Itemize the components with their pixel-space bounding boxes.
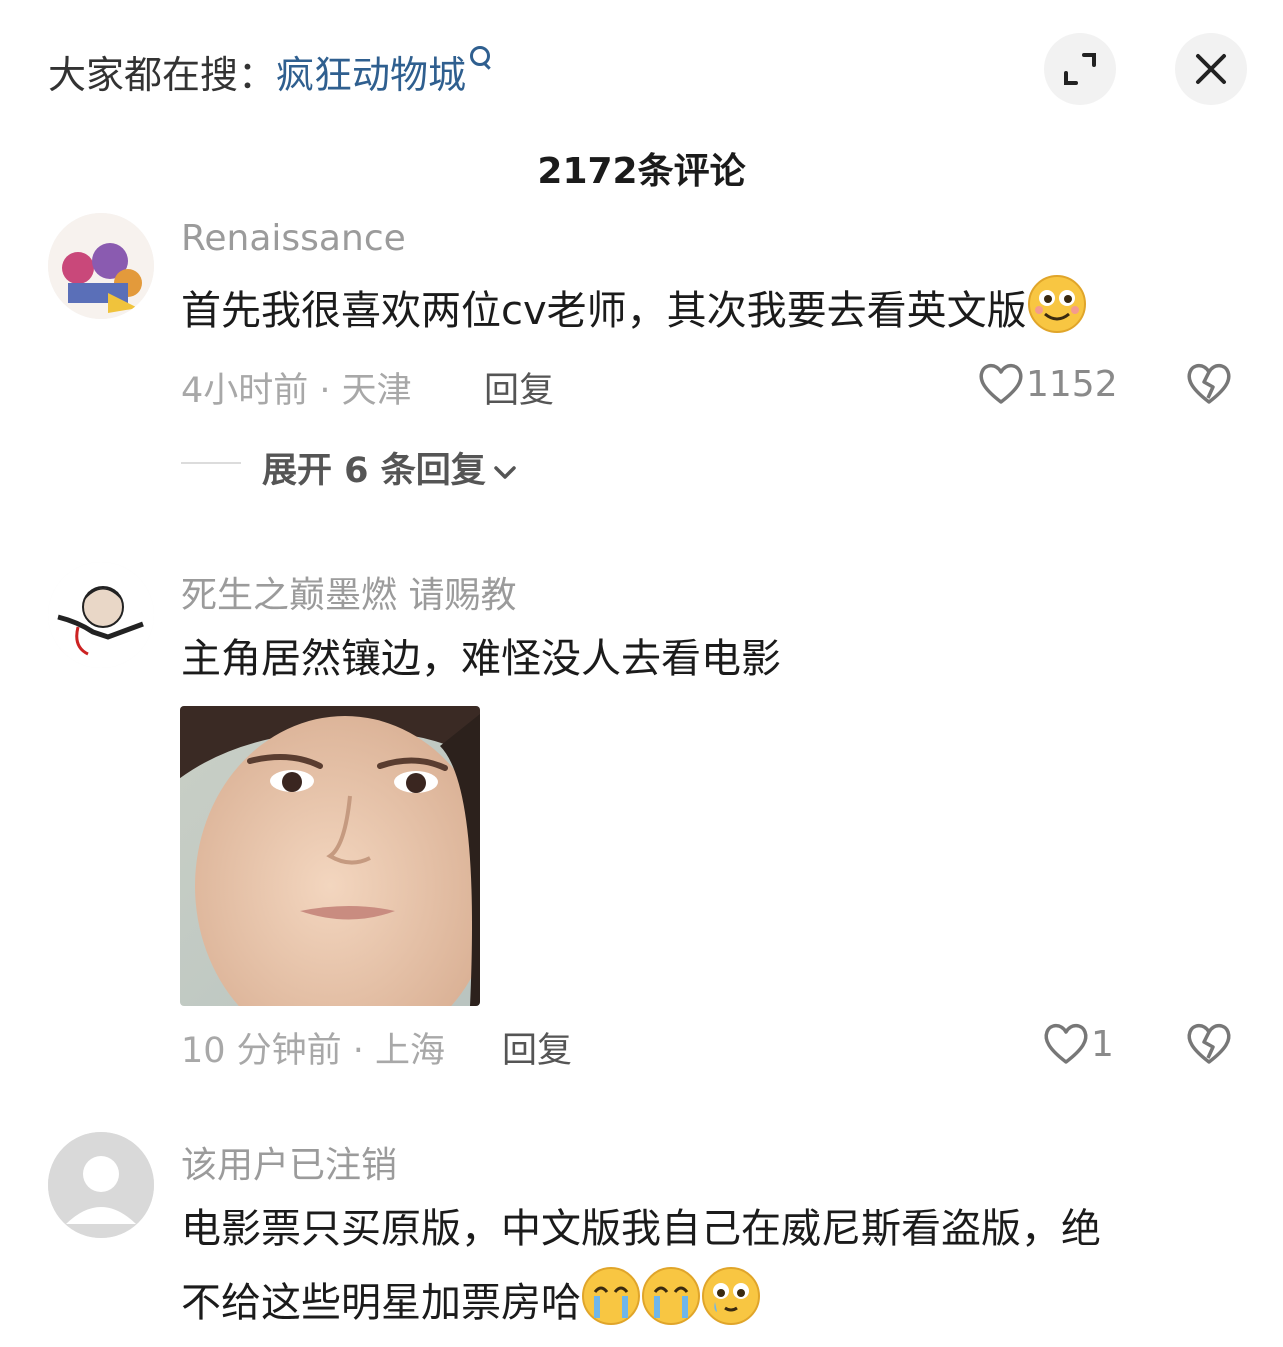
expand-divider — [181, 462, 241, 464]
avatar[interactable] — [48, 213, 154, 319]
teary-emoji-icon — [702, 1267, 760, 1325]
like-button[interactable]: 1152 — [976, 358, 1118, 408]
comment-text-line: 电影票只买原版，中文版我自己在威尼斯看盗版，绝 — [181, 1206, 1101, 1252]
reply-button[interactable]: 回复 — [502, 1022, 572, 1073]
comment-meta: 10 分钟前 · 上海 — [181, 1031, 446, 1071]
comment-username[interactable]: 死生之巅墨燃 请赐教 — [181, 566, 516, 618]
search-suggestion-prefix: 大家都在搜： — [48, 53, 277, 97]
expand-replies-button[interactable]: 展开 6 条回复 — [262, 442, 519, 493]
comment-text: 首先我很喜欢两位cv老师，其次我要去看英文版 — [181, 274, 1087, 348]
comment-text-line: 不给这些明星加票房哈 — [181, 1266, 761, 1340]
avatar-image — [48, 562, 154, 668]
face-photo — [180, 706, 480, 1006]
comment-meta: 4小时前 · 天津 — [181, 371, 412, 411]
broken-heart-icon — [1187, 363, 1231, 404]
close-icon — [1196, 54, 1226, 84]
comment-username[interactable]: 该用户已注销 — [181, 1136, 397, 1188]
avatar[interactable] — [48, 1132, 154, 1238]
comment-text-body: 首先我很喜欢两位cv老师，其次我要去看英文版 — [181, 288, 1027, 334]
chevron-down-icon — [494, 466, 516, 479]
expand-button[interactable] — [1044, 33, 1116, 105]
like-count: 1152 — [1026, 364, 1118, 405]
expand-icon — [1064, 53, 1096, 85]
reply-button[interactable]: 回复 — [484, 362, 554, 413]
search-suggestion-term[interactable]: 疯狂动物城 — [276, 53, 466, 97]
expand-replies-label: 展开 6 条回复 — [262, 451, 486, 491]
comment-image[interactable] — [180, 706, 480, 1006]
broken-heart-icon — [1187, 1023, 1231, 1064]
comment-text-body: 不给这些明星加票房哈 — [181, 1280, 581, 1326]
crying-emoji-icon — [642, 1267, 700, 1325]
crying-emoji-icon — [582, 1267, 640, 1325]
search-suggestion[interactable]: 大家都在搜：疯狂动物城 — [48, 44, 491, 99]
default-user-icon — [48, 1132, 154, 1238]
dislike-button[interactable] — [1184, 1018, 1234, 1072]
close-button[interactable] — [1175, 33, 1247, 105]
comment-text: 主角居然镶边，难怪没人去看电影 — [181, 636, 781, 682]
heart-icon — [979, 363, 1023, 404]
avatar-image — [48, 213, 154, 319]
comment-count-title: 2172条评论 — [537, 151, 746, 192]
heart-icon — [1044, 1023, 1088, 1064]
like-count: 1 — [1091, 1024, 1114, 1065]
avatar[interactable] — [48, 562, 154, 668]
search-icon — [470, 46, 491, 66]
comment-username[interactable]: Renaissance — [181, 218, 406, 259]
like-button[interactable]: 1 — [1041, 1018, 1114, 1068]
smile-emoji-icon — [1027, 275, 1086, 333]
dislike-button[interactable] — [1184, 358, 1234, 412]
